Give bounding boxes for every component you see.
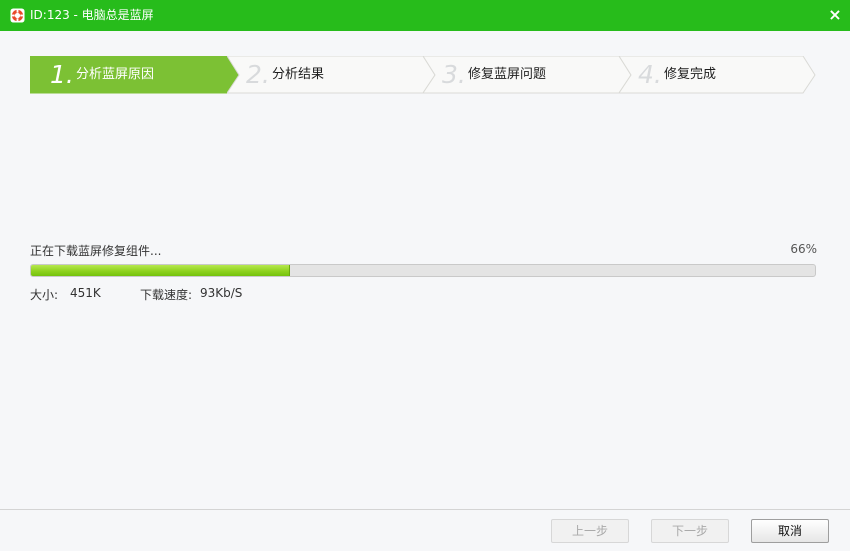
download-progress-bar — [30, 264, 816, 277]
progress-fill — [31, 265, 290, 276]
download-status-text: 正在下载蓝屏修复组件... — [30, 244, 162, 258]
step-label: 修复蓝屏问题 — [468, 67, 547, 82]
step-number: 3. — [442, 60, 466, 89]
step-number: 2. — [246, 60, 270, 89]
footer-bar: 上一步 下一步 取消 — [0, 509, 850, 551]
wizard-steps: 1. 分析蓝屏原因 2. 分析结果 3. 修复蓝屏问题 4. 修复完成 — [30, 56, 820, 94]
size-value: 451K — [70, 286, 101, 300]
wizard-step-analyze: 1. 分析蓝屏原因 — [30, 56, 240, 94]
wizard-step-result: 2. 分析结果 — [227, 56, 436, 94]
step-number: 1. — [50, 60, 74, 89]
cancel-button[interactable]: 取消 — [751, 519, 829, 543]
download-percent: 66% — [790, 242, 817, 256]
wizard-step-complete: 4. 修复完成 — [619, 56, 819, 94]
lifebuoy-icon — [10, 8, 25, 23]
step-label: 分析结果 — [272, 67, 325, 82]
prev-step-button[interactable]: 上一步 — [551, 519, 629, 543]
speed-label: 下载速度: — [140, 288, 193, 302]
next-step-button[interactable]: 下一步 — [651, 519, 729, 543]
speed-value: 93Kb/S — [200, 286, 243, 300]
wizard-step-repair: 3. 修复蓝屏问题 — [423, 56, 632, 94]
size-label: 大小: — [30, 288, 59, 302]
step-label: 修复完成 — [664, 67, 717, 82]
step-label: 分析蓝屏原因 — [76, 67, 155, 82]
close-icon[interactable]: × — [820, 0, 850, 31]
window-title: ID:123 - 电脑总是蓝屏 — [30, 8, 154, 22]
title-bar: ID:123 - 电脑总是蓝屏 × — [0, 0, 850, 31]
step-number: 4. — [638, 60, 662, 89]
